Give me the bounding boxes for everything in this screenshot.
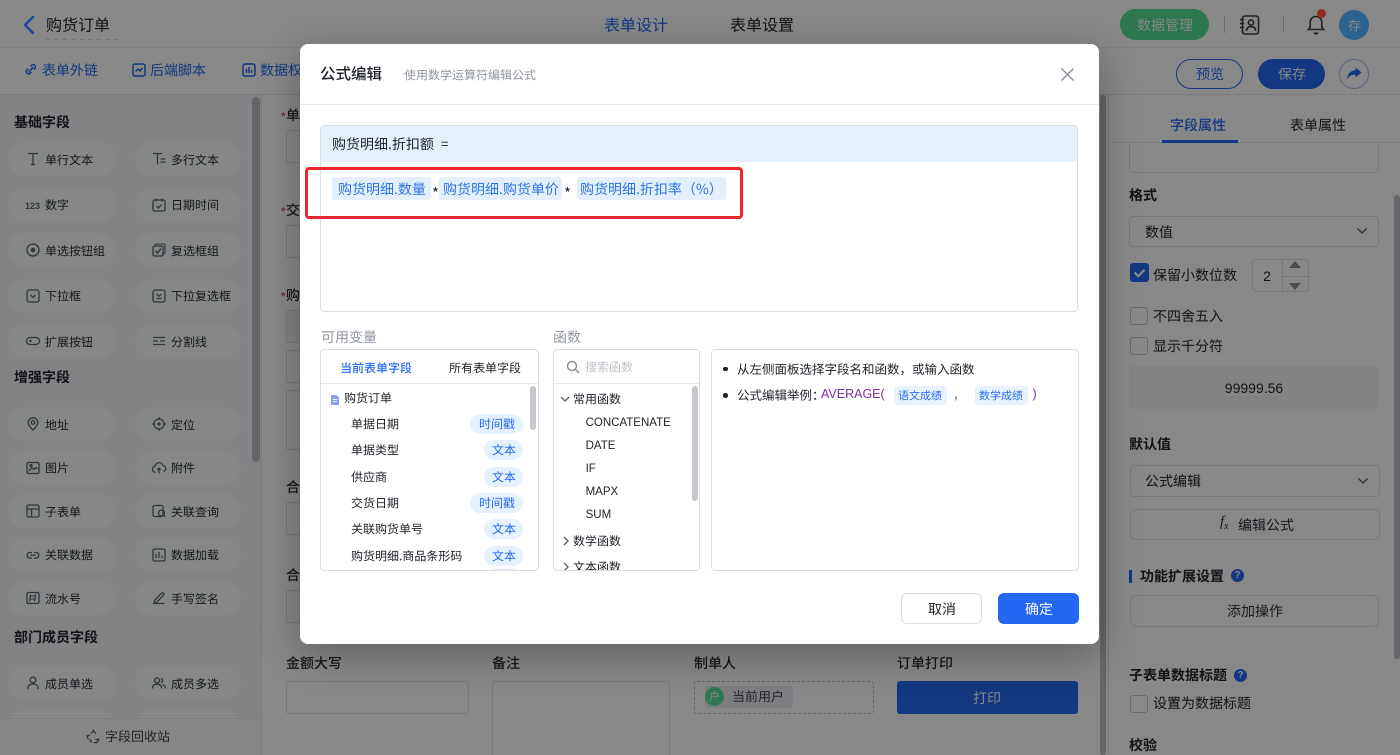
- svg-text:123: 123: [25, 201, 40, 211]
